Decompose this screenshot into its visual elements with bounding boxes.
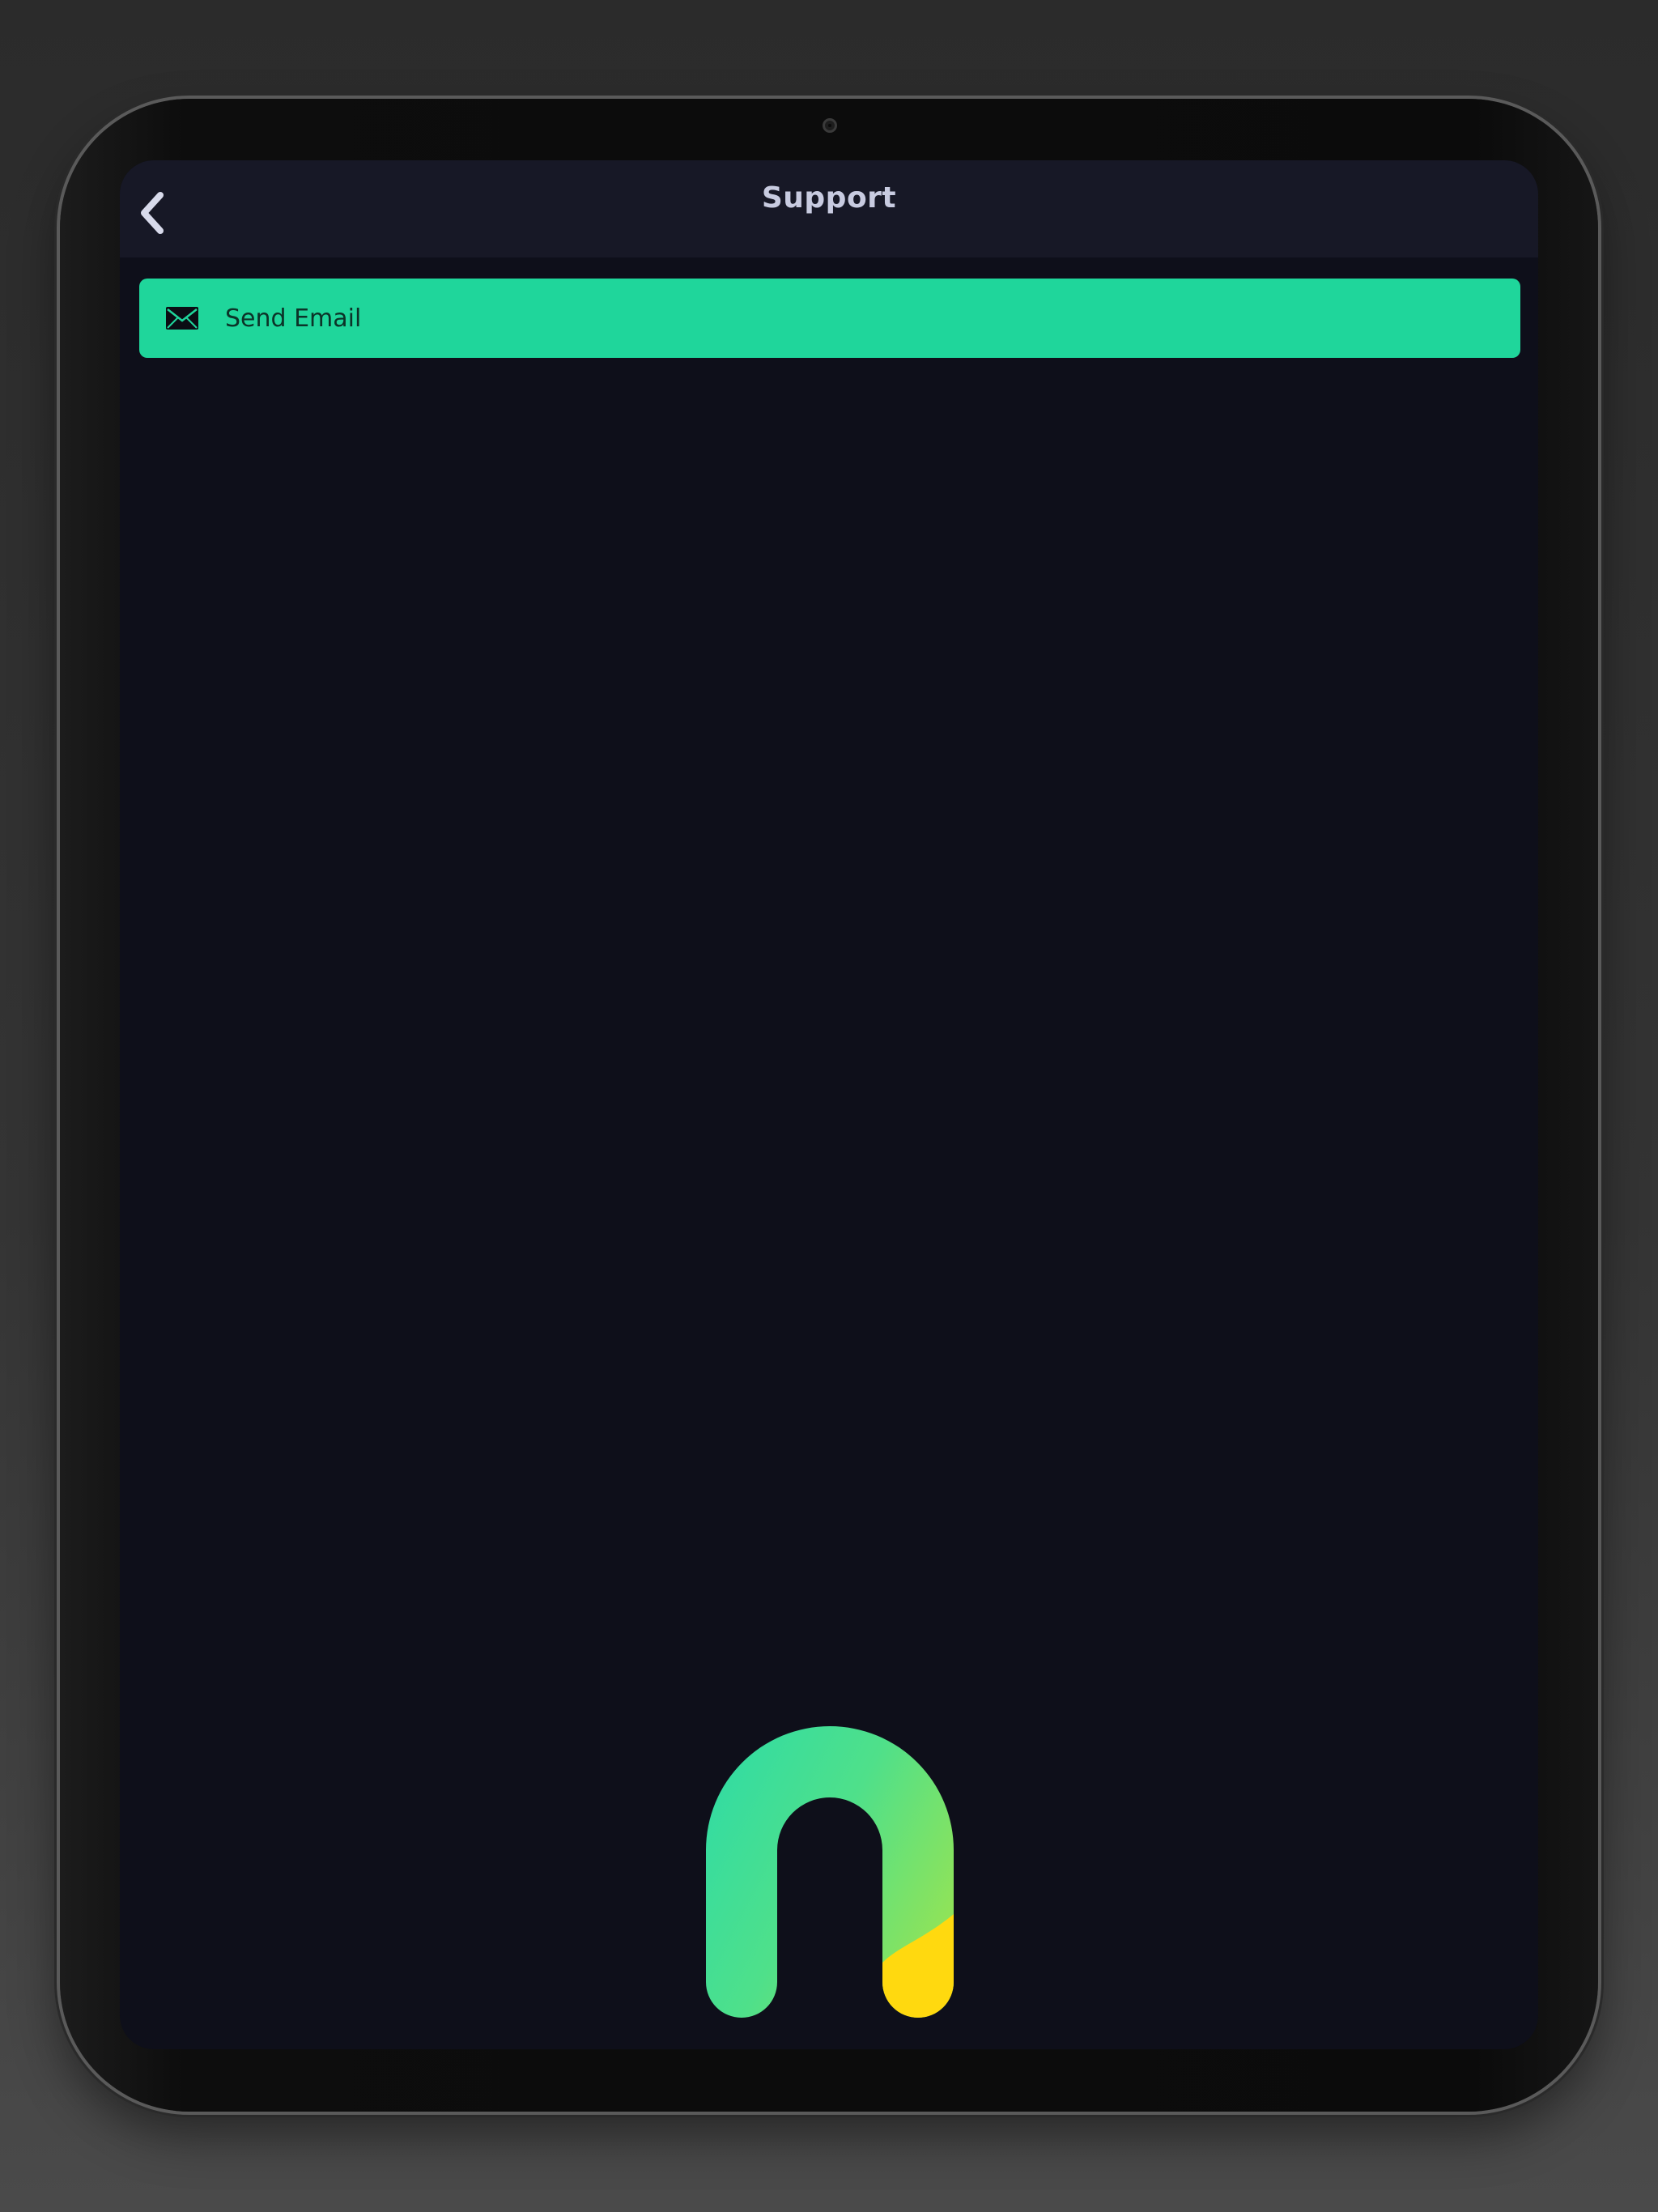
app-logo-icon — [706, 1726, 954, 2018]
front-camera — [823, 118, 837, 133]
page-title: Support — [761, 181, 897, 215]
top-navigation-bar: Support — [120, 160, 1538, 257]
send-email-label: Send Email — [225, 304, 362, 333]
send-email-button[interactable]: Send Email — [139, 279, 1520, 358]
mail-icon — [165, 305, 199, 331]
app-screen: Support Send Email — [120, 160, 1538, 2049]
